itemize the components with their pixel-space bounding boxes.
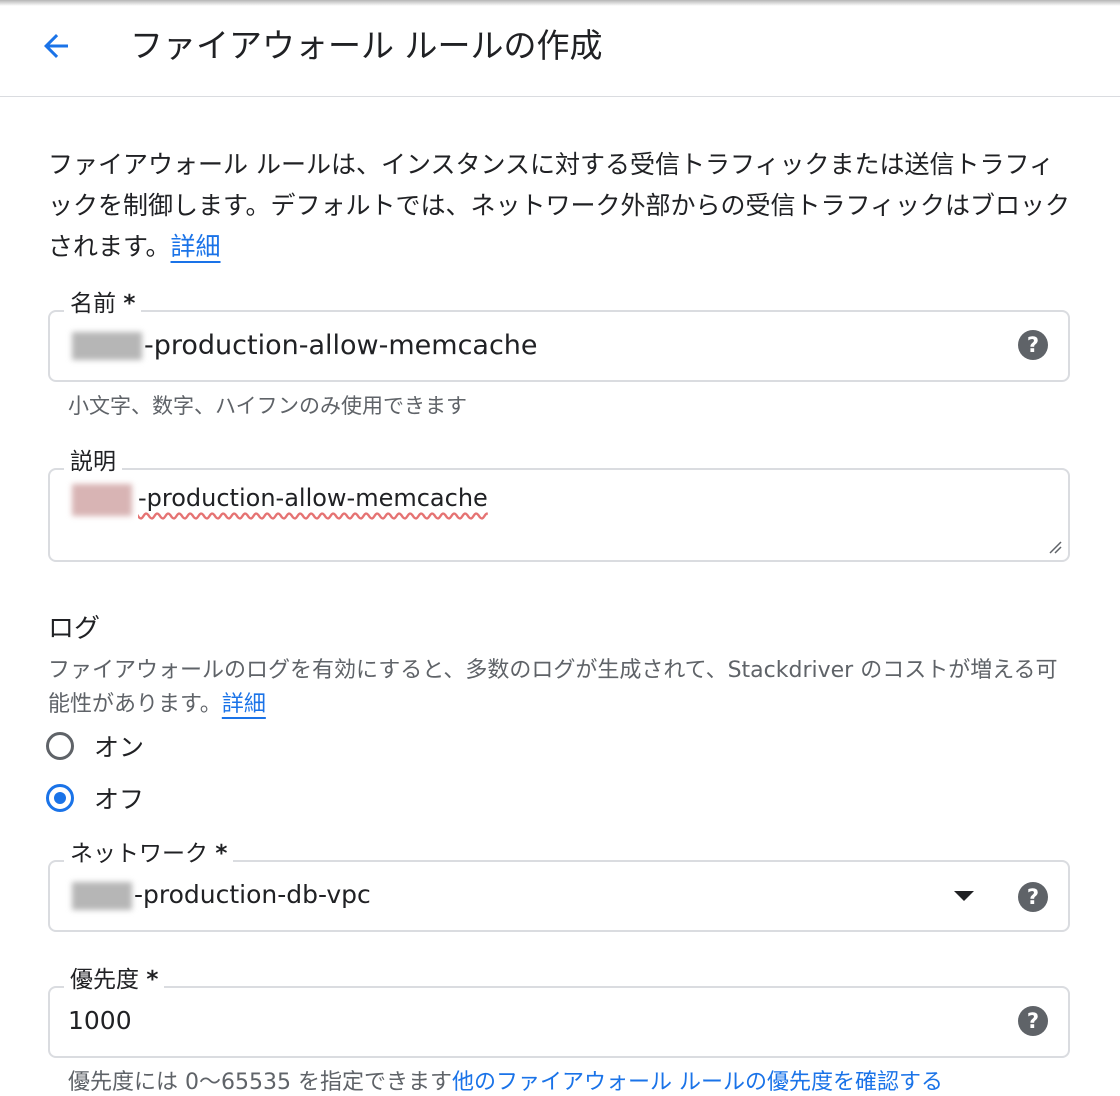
page-header: ファイアウォール ルールの作成 <box>0 0 1120 97</box>
priority-label-text: 優先度 <box>70 967 139 993</box>
radio-logs-off[interactable]: オフ <box>46 780 144 816</box>
required-mark: * <box>123 291 136 317</box>
radio-on-label: オン <box>94 733 145 762</box>
name-label-text: 名前 <box>70 291 116 317</box>
redacted-prefix <box>72 882 132 910</box>
logs-title: ログ <box>48 614 101 644</box>
priority-field[interactable]: 優先度 * 1000 ? <box>48 966 1070 1058</box>
radio-off-circle-icon[interactable] <box>46 732 74 760</box>
network-value[interactable]: -production-db-vpc <box>134 880 371 909</box>
logs-description-text: ファイアウォールのログを有効にすると、多数のログが生成されて、Stackdriv… <box>48 658 1058 717</box>
arrow-back-icon <box>44 34 68 58</box>
back-button[interactable] <box>34 24 78 68</box>
network-select[interactable]: ネットワーク * -production-db-vpc ? <box>48 840 1070 932</box>
name-field[interactable]: 名前 * -production-allow-memcache ? <box>48 290 1070 382</box>
logs-description: ファイアウォールのログを有効にすると、多数のログが生成されて、Stackdriv… <box>48 654 1078 722</box>
radio-logs-on[interactable]: オン <box>46 728 144 764</box>
learn-more-link[interactable]: 詳細 <box>171 232 221 261</box>
required-mark: * <box>215 841 228 867</box>
name-label: 名前 * <box>64 290 142 318</box>
resize-handle-icon[interactable] <box>1048 540 1062 554</box>
help-icon[interactable]: ? <box>1018 882 1048 912</box>
description-field[interactable]: 説明 -production-allow-memcache <box>48 448 1070 562</box>
redacted-prefix <box>72 484 132 516</box>
priority-hint-text: 優先度には 0〜65535 を指定できます <box>68 1070 452 1095</box>
logs-learn-more-link[interactable]: 詳細 <box>222 692 266 717</box>
priority-input[interactable]: 1000 <box>68 1006 132 1035</box>
redacted-prefix <box>72 332 142 360</box>
priority-label: 優先度 * <box>64 966 165 994</box>
name-hint: 小文字、数字、ハイフンのみ使用できます <box>68 394 467 418</box>
arrow-drop-down-icon[interactable] <box>954 891 974 901</box>
intro-text: ファイアウォール ルールは、インスタンスに対する受信トラフィックまたは送信トラフ… <box>48 144 1078 267</box>
name-input[interactable]: -production-allow-memcache <box>144 330 538 361</box>
priority-rules-link[interactable]: 他のファイアウォール ルールの優先度を確認する <box>452 1070 943 1095</box>
required-mark: * <box>146 967 159 993</box>
page-title: ファイアウォール ルールの作成 <box>130 26 603 65</box>
network-label: ネットワーク * <box>64 840 234 868</box>
help-icon[interactable]: ? <box>1018 1006 1048 1036</box>
help-icon[interactable]: ? <box>1018 330 1048 360</box>
radio-off-label: オフ <box>94 785 145 814</box>
radio-selected-circle-icon[interactable] <box>46 784 74 812</box>
description-textarea[interactable]: -production-allow-memcache <box>138 484 488 512</box>
network-label-text: ネットワーク <box>70 841 208 867</box>
priority-hint: 優先度には 0〜65535 を指定できます他のファイアウォール ルールの優先度を… <box>68 1064 943 1096</box>
description-label: 説明 <box>64 448 122 476</box>
